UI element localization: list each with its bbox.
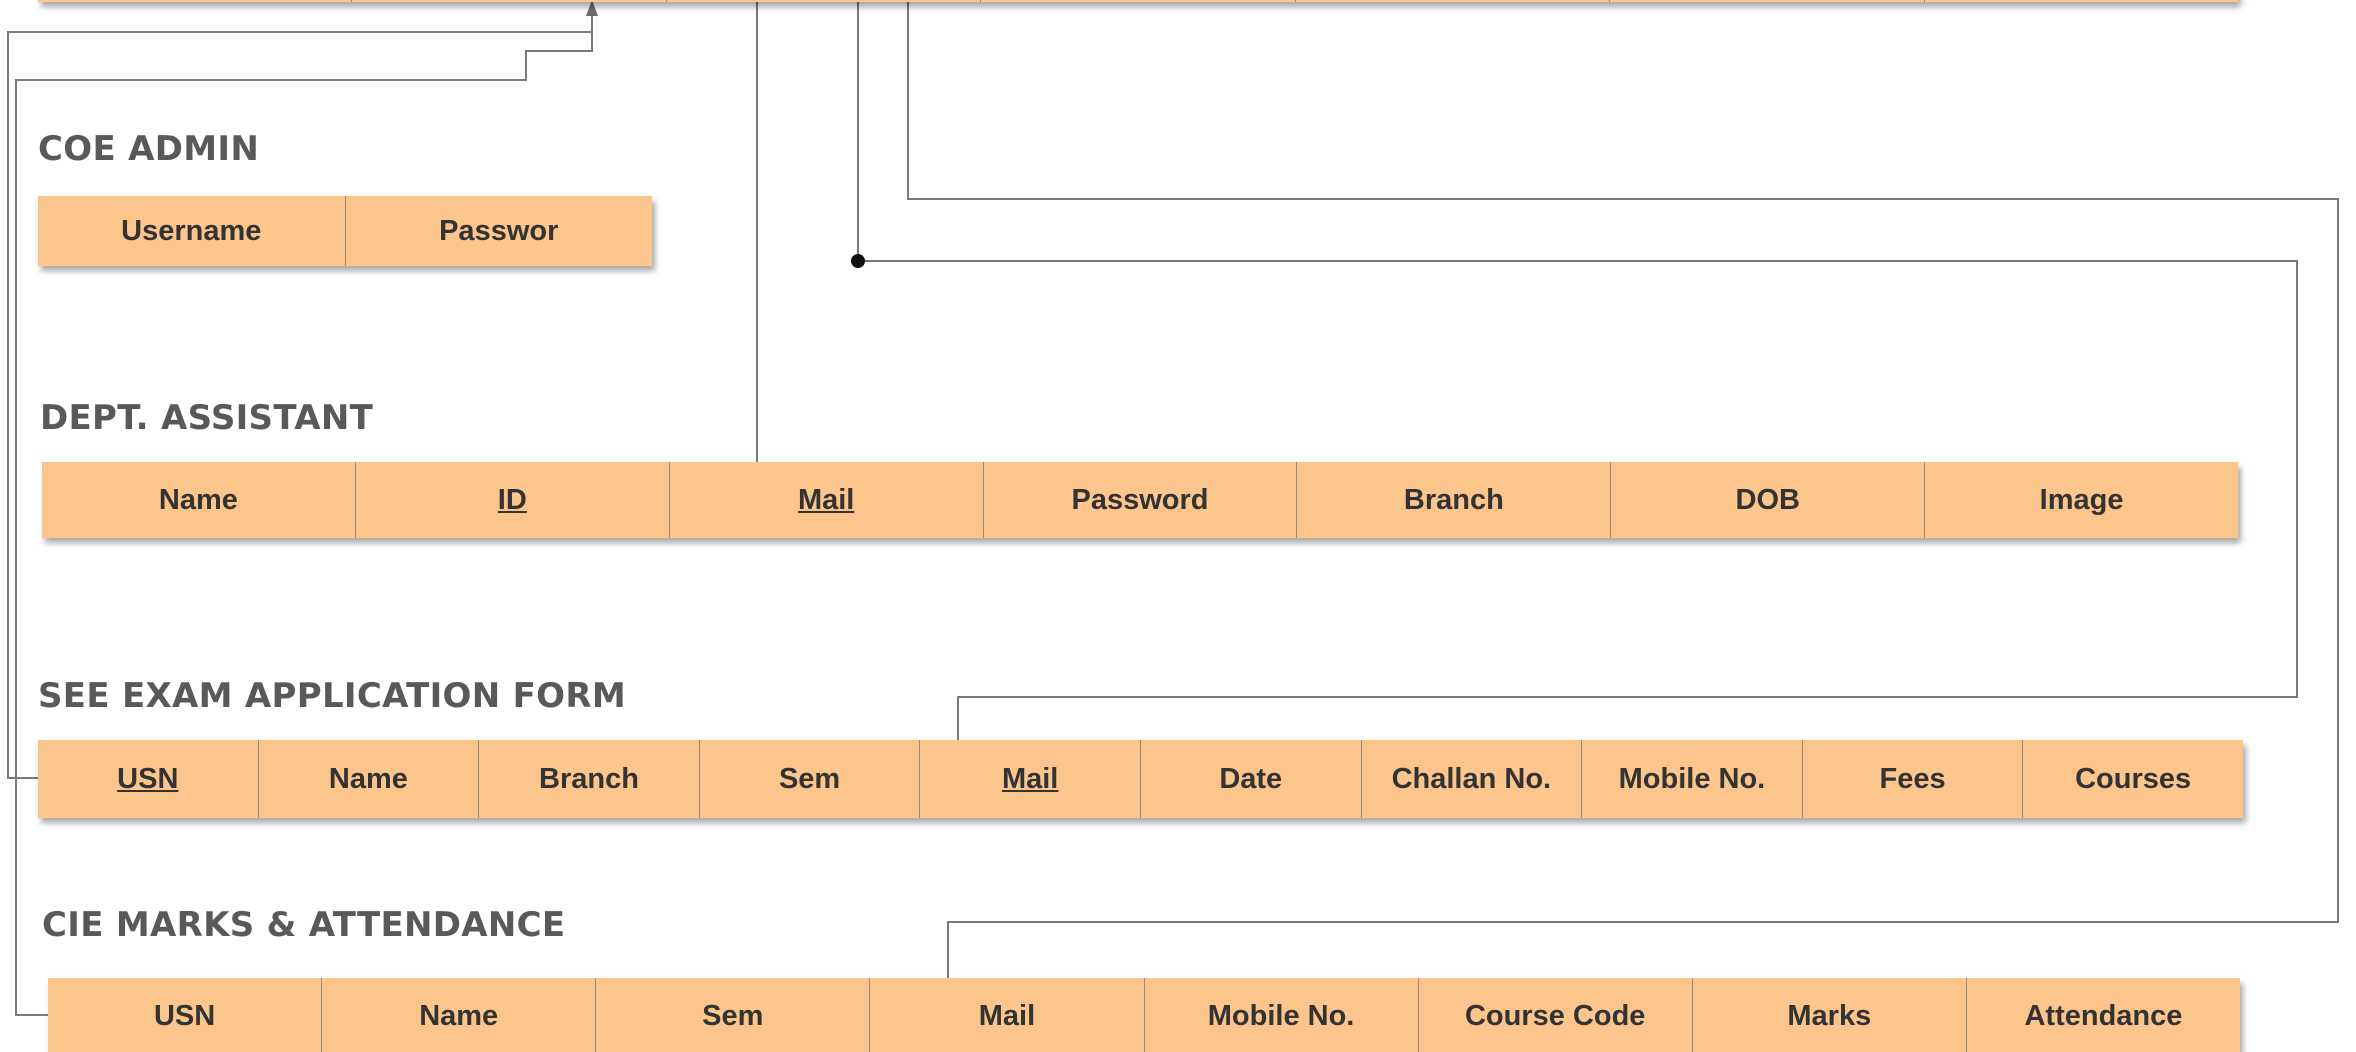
- attribute-cell: [38, 0, 353, 2]
- dept-assistant-title: DEPT. ASSISTANT: [40, 398, 374, 438]
- primary-key-cell: Mail: [670, 462, 984, 538]
- attribute-cell: Image: [2039, 483, 2124, 516]
- see-exam-application-table: USN Name Branch Sem Mail Date Challan No…: [38, 740, 2243, 818]
- attribute-cell: Attendance: [2024, 1000, 2183, 1032]
- arrowhead-icon: [586, 0, 598, 16]
- attribute-cell: Passwor: [439, 214, 559, 247]
- primary-key-cell: ID: [356, 462, 670, 538]
- coe-admin-title: COE ADMIN: [38, 129, 260, 169]
- attribute-cell: Course Code: [1419, 978, 1693, 1052]
- primary-key-cell: USN: [38, 740, 259, 818]
- cie-marks-attendance-title: CIE MARKS & ATTENDANCE: [42, 905, 566, 945]
- primary-key-cell: Mail: [920, 740, 1141, 818]
- see-exam-application-title: SEE EXAM APPLICATION FORM: [38, 676, 626, 716]
- attribute-cell: [981, 0, 1296, 2]
- attribute-cell: USN: [48, 978, 323, 1052]
- attribute-cell: Sem: [596, 978, 871, 1052]
- attribute-cell: Mobile No.: [1582, 740, 1803, 818]
- attribute-cell: Username: [38, 196, 346, 266]
- attribute-cell: [352, 0, 667, 2]
- attribute-cell: Name: [42, 462, 356, 538]
- attribute-cell: Sem: [700, 740, 921, 818]
- attribute-cell: Name: [322, 978, 597, 1052]
- dept-assistant-table: Name ID Mail Password Branch DOB Image: [42, 462, 2238, 538]
- attribute-cell: [1610, 0, 1925, 2]
- attribute-cell: Password: [984, 462, 1298, 538]
- attribute-cell: DOB: [1611, 462, 1926, 538]
- attribute-cell: Fees: [1803, 740, 2024, 818]
- attribute-cell: Challan No.: [1362, 740, 1583, 818]
- connector-see-mail-to-top-table: [857, 0, 2298, 768]
- attribute-cell: Marks: [1693, 978, 1967, 1052]
- attribute-cell: Mail: [870, 978, 1145, 1052]
- attribute-cell: Date: [1141, 740, 1362, 818]
- attribute-cell: Courses: [2075, 762, 2192, 795]
- attribute-cell: Branch: [479, 740, 700, 818]
- attribute-cell: Mobile No.: [1145, 978, 1419, 1052]
- top-entity-table: [38, 0, 2238, 2]
- attribute-cell: [1296, 0, 1611, 2]
- cie-marks-attendance-table: USN Name Sem Mail Mobile No. Course Code…: [48, 978, 2240, 1052]
- attribute-cell: Name: [259, 740, 480, 818]
- coe-admin-table: Username Passwor: [38, 196, 652, 266]
- attribute-cell: [1925, 0, 2238, 2]
- attribute-cell: [667, 0, 982, 2]
- junction-dot-icon: [851, 254, 865, 268]
- connector-see-usn-to-top-table: [7, 8, 593, 779]
- attribute-cell: Branch: [1297, 462, 1612, 538]
